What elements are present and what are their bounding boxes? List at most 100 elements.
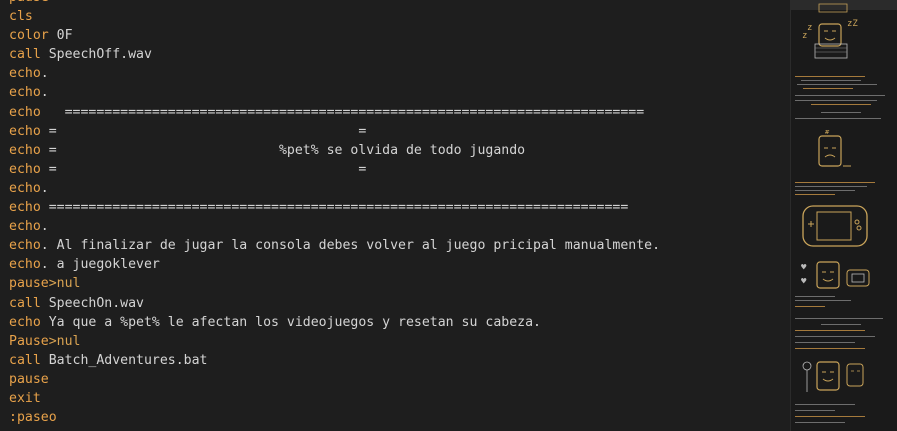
line-text: SpeechOff.wav	[40, 47, 152, 63]
minimap-line	[795, 76, 865, 77]
keyword-token: echo	[9, 219, 41, 235]
svg-text:♥: ♥	[801, 277, 807, 287]
code-editor[interactable]: pauseclscolor 0Fcall SpeechOff.wavecho.e…	[0, 0, 790, 431]
minimap-line	[795, 190, 855, 191]
svg-text:z: z	[807, 23, 812, 33]
minimap-line	[803, 88, 853, 89]
code-line[interactable]: pause>nul	[9, 274, 660, 293]
svg-text:#: #	[825, 130, 830, 136]
minimap-line	[795, 336, 875, 337]
keyword-token: echo	[9, 142, 41, 158]
keyword-token: cls	[9, 9, 33, 25]
line-text: = %pet% se olvida de todo jugando	[40, 142, 526, 158]
minimap-line	[795, 118, 881, 119]
line-text: Batch_Adventures.bat	[40, 352, 208, 368]
code-line[interactable]: Pause>nul	[9, 332, 660, 351]
keyword-token: pause	[9, 0, 49, 5]
keyword-token: echo	[9, 161, 41, 177]
minimap-line	[795, 416, 865, 417]
keyword-token: echo	[9, 238, 41, 254]
minimap-line	[821, 112, 861, 113]
keyword-token: pause	[9, 371, 49, 387]
minimap-line	[795, 348, 865, 349]
code-line[interactable]: pause	[9, 370, 660, 389]
minimap-line	[801, 80, 861, 81]
code-line[interactable]: call Batch_Adventures.bat	[9, 351, 660, 370]
code-line[interactable]: echo. a juegoklever	[9, 255, 660, 274]
batch-label: :paseo	[9, 410, 57, 426]
keyword-token: echo	[9, 85, 41, 101]
keyword-token: echo	[9, 123, 41, 139]
minimap-line	[795, 300, 851, 301]
line-text: 0F	[48, 28, 73, 44]
line-text: ========================================…	[40, 200, 629, 216]
keyword-token: echo	[9, 257, 41, 273]
redirect-token: >nul	[48, 333, 81, 349]
minimap-line	[795, 100, 877, 101]
keyword-token: echo	[9, 104, 41, 120]
keyword-token: Pause	[9, 333, 49, 349]
line-text: = =	[40, 123, 367, 139]
code-line[interactable]: echo.	[9, 179, 660, 198]
minimap-line	[795, 404, 855, 405]
code-line[interactable]: echo.	[9, 83, 660, 102]
keyword-token: pause	[9, 276, 49, 292]
code-line[interactable]: echo = =	[9, 160, 660, 179]
code-lines: pauseclscolor 0Fcall SpeechOff.wavecho.e…	[9, 0, 660, 427]
line-text: ========================================…	[40, 104, 645, 120]
line-text: .	[40, 180, 49, 196]
minimap-line	[795, 422, 845, 423]
line-text: SpeechOn.wav	[40, 295, 144, 311]
minimap-line	[795, 342, 855, 343]
line-text: . a juegoklever	[40, 257, 160, 273]
minimap-line	[795, 194, 835, 195]
line-text: Ya que a %pet% le afectan los videojuego…	[40, 314, 541, 330]
line-text: .	[40, 219, 49, 235]
code-line[interactable]: pause	[9, 0, 660, 7]
minimap-line	[795, 95, 885, 96]
code-line[interactable]: call SpeechOff.wav	[9, 45, 660, 64]
minimap-line	[795, 186, 867, 187]
line-text: . Al finalizar de jugar la consola debes…	[40, 238, 661, 254]
keyword-token: call	[9, 47, 41, 63]
code-line[interactable]: color 0F	[9, 26, 660, 45]
keyword-token: echo	[9, 66, 41, 82]
code-line[interactable]: echo.	[9, 217, 660, 236]
keyword-token: echo	[9, 200, 41, 216]
code-line[interactable]: echo Ya que a %pet% le afectan los video…	[9, 313, 660, 332]
minimap-line	[797, 84, 877, 85]
keyword-token: call	[9, 295, 41, 311]
code-line[interactable]: echo = %pet% se olvida de todo jugando	[9, 141, 660, 160]
minimap-line	[795, 296, 835, 297]
keyword-token: color	[9, 28, 49, 44]
minimap-line	[821, 324, 861, 325]
code-line[interactable]: echo = =	[9, 122, 660, 141]
minimap-ascii-art-sleeping-pet: z z zZ	[802, 3, 858, 59]
minimap-line	[795, 182, 875, 183]
code-line[interactable]: echo.	[9, 64, 660, 83]
code-line[interactable]: echo ===================================…	[9, 103, 660, 122]
minimap-ascii-art-sad-pet: #	[818, 130, 851, 167]
code-line[interactable]: echo. Al finalizar de jugar la consola d…	[9, 236, 660, 255]
keyword-token: echo	[9, 314, 41, 330]
line-text: = =	[40, 161, 367, 177]
code-line[interactable]: exit	[9, 389, 660, 408]
minimap-ascii-art-console	[802, 205, 868, 247]
keyword-token: call	[9, 352, 41, 368]
keyword-token: exit	[9, 390, 41, 406]
code-line[interactable]: call SpeechOn.wav	[9, 294, 660, 313]
minimap-line	[795, 330, 865, 331]
code-line[interactable]: echo ===================================…	[9, 198, 660, 217]
code-line[interactable]: :paseo	[9, 408, 660, 427]
line-text: .	[40, 66, 49, 82]
svg-text:zZ: zZ	[847, 19, 858, 29]
svg-text:♥: ♥	[801, 263, 807, 273]
keyword-token: echo	[9, 180, 41, 196]
minimap-ascii-art-pet-flower	[802, 361, 864, 392]
line-text: .	[40, 85, 49, 101]
minimap-line	[795, 410, 835, 411]
redirect-token: >nul	[48, 276, 81, 292]
minimap-line	[795, 318, 883, 319]
code-line[interactable]: cls	[9, 7, 660, 26]
minimap[interactable]: z z zZ # ♥ ♥	[791, 0, 897, 431]
